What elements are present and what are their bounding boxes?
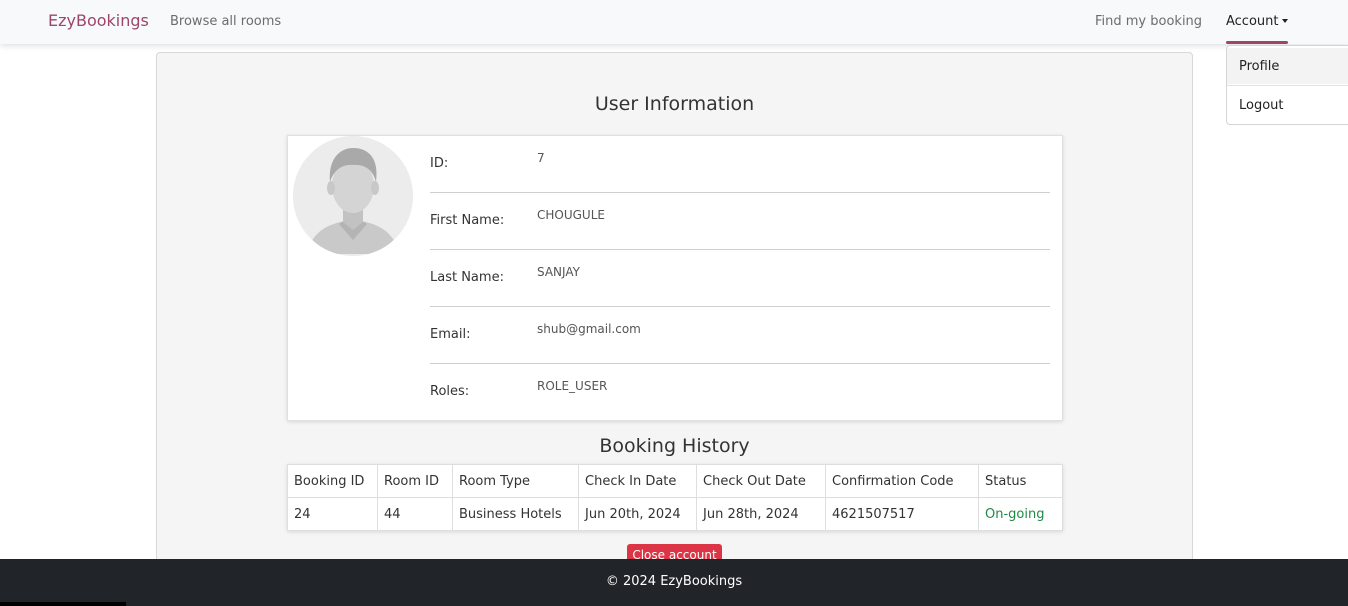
info-value-first-name: CHOUGULE [537,208,605,222]
col-header-check-in: Check In Date [578,464,697,498]
menu-item-logout[interactable]: Logout [1227,87,1348,123]
cell-confirmation-code: 4621507517 [825,497,979,531]
profile-panel: User Information ID: 7 First Name: CHOUG… [156,52,1193,572]
col-header-room-type: Room Type [452,464,579,498]
info-row-last-name: Last Name: SANJAY [430,250,1050,307]
info-row-id: ID: 7 [430,136,1050,193]
nav-find-booking[interactable]: Find my booking [1095,14,1202,29]
info-label-id: ID: [430,156,449,171]
booking-history-table: Booking ID Room ID Room Type Check In Da… [287,464,1063,531]
info-value-roles: ROLE_USER [537,379,608,393]
col-header-confirmation-code: Confirmation Code [825,464,979,498]
brand-link[interactable]: EzyBookings [48,11,149,30]
table-row: 24 44 Business Hotels Jun 20th, 2024 Jun… [287,497,1063,531]
col-header-booking-id: Booking ID [287,464,378,498]
nav-browse-rooms[interactable]: Browse all rooms [170,14,281,29]
cell-room-id: 44 [377,497,453,531]
cell-booking-id: 24 [287,497,378,531]
account-dropdown-menu: Profile Logout [1226,45,1348,125]
col-header-check-out: Check Out Date [696,464,826,498]
cell-room-type: Business Hotels [452,497,579,531]
footer-scroll-indicator [0,602,126,606]
info-row-roles: Roles: ROLE_USER [430,364,1050,421]
user-info-card: ID: 7 First Name: CHOUGULE Last Name: SA… [287,135,1063,421]
table-header-row: Booking ID Room ID Room Type Check In Da… [287,464,1063,498]
caret-down-icon [1281,19,1288,23]
footer-copyright: © 2024 EzyBookings [605,574,743,589]
footer: © 2024 EzyBookings [0,559,1348,606]
info-value-email: shub@gmail.com [537,322,641,336]
account-label: Account [1226,14,1279,29]
info-label-first-name: First Name: [430,213,505,228]
info-row-first-name: First Name: CHOUGULE [430,193,1050,250]
info-value-last-name: SANJAY [537,265,580,279]
menu-item-profile[interactable]: Profile [1227,48,1348,84]
account-dropdown-toggle[interactable]: Account [1226,14,1288,29]
account-active-indicator [1226,41,1288,44]
info-label-email: Email: [430,327,471,342]
info-label-roles: Roles: [430,384,470,399]
cell-check-in: Jun 20th, 2024 [578,497,697,531]
cell-check-out: Jun 28th, 2024 [696,497,826,531]
col-header-room-id: Room ID [377,464,453,498]
info-row-email: Email: shub@gmail.com [430,307,1050,364]
default-user-avatar-icon [293,136,413,256]
avatar [293,136,413,256]
info-label-last-name: Last Name: [430,270,504,285]
user-info-title: User Information [594,93,755,115]
booking-history-title: Booking History [599,435,750,457]
info-value-id: 7 [537,151,545,165]
menu-divider [1227,85,1348,86]
col-header-status: Status [978,464,1063,498]
cell-status: On-going [978,497,1063,531]
navbar: EzyBookings Browse all rooms Find my boo… [0,0,1348,44]
